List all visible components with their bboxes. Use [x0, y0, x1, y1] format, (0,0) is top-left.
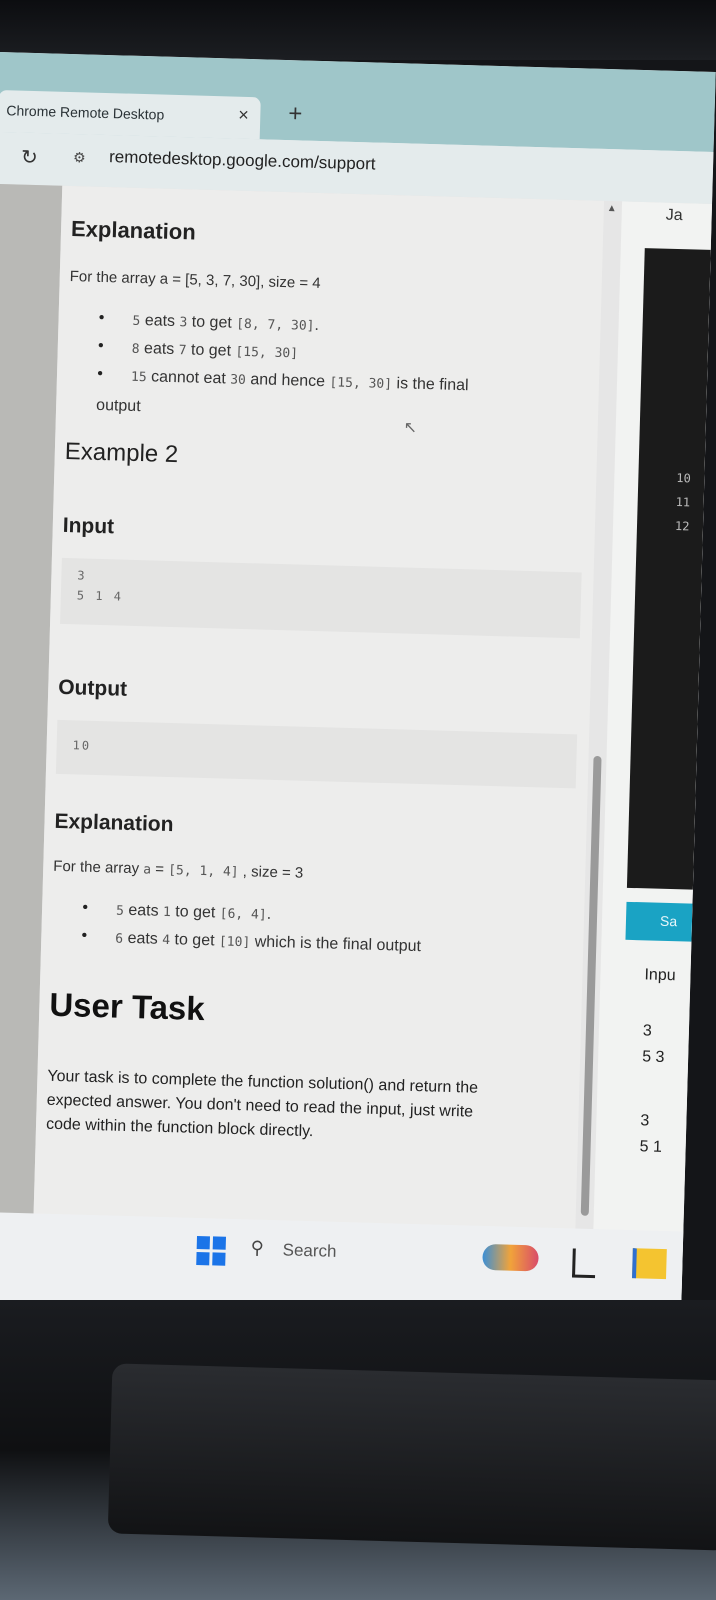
code-token: [8, 7, 30]	[236, 316, 315, 334]
text-token: to get	[170, 903, 221, 922]
save-label: Sa	[659, 912, 678, 930]
language-select[interactable]: Ja	[665, 207, 682, 225]
reload-icon[interactable]: ↻	[21, 145, 38, 170]
output-heading: Output	[57, 675, 128, 701]
code-token: [15, 30]	[235, 344, 299, 362]
test-case-line: 3	[642, 1022, 653, 1040]
intro-suffix: , size = 4	[259, 273, 321, 293]
list-item-wrap: output	[95, 396, 141, 416]
input-heading: Input	[62, 513, 115, 539]
text-token: to get	[169, 931, 220, 950]
user-task-heading: User Task	[48, 985, 206, 1028]
code-token: [6, 4]	[219, 906, 267, 923]
code-editor[interactable]: 10 11 12	[626, 248, 711, 890]
intro-suffix: , size = 3	[238, 862, 304, 882]
intro-prefix: For the array	[53, 857, 144, 878]
explanation-intro: For the array a = [5, 3, 7, 30], size = …	[70, 268, 321, 292]
code-token: 15	[130, 369, 147, 386]
address-bar[interactable]: remotedesktop.google.com/support	[109, 147, 376, 174]
text-token: eats	[140, 312, 180, 331]
new-tab-icon[interactable]: +	[288, 100, 303, 128]
intro-eq: =	[150, 860, 169, 879]
test-case-line: 5 1	[639, 1138, 663, 1156]
file-explorer-icon[interactable]	[632, 1248, 667, 1280]
explanation-heading: Explanation	[70, 216, 197, 245]
test-case-line: 3	[640, 1112, 650, 1130]
code-token: 30	[230, 372, 247, 388]
page-content: Explanation For the array a = [5, 3, 7, …	[0, 183, 713, 1320]
text-token: to get	[187, 313, 237, 332]
save-button[interactable]: Sa	[625, 901, 693, 942]
list-item: 15 cannot eat 30 and hence [15, 30] is t…	[131, 368, 469, 395]
widgets-icon[interactable]	[482, 1243, 539, 1272]
list-item: 5 eats 1 to get [6, 4].	[116, 902, 272, 924]
search-icon: ⚲	[250, 1237, 265, 1258]
pinned-app-icon[interactable]	[572, 1248, 596, 1279]
line-number: 10	[676, 471, 692, 486]
mouse-cursor-icon: ↖	[403, 419, 418, 437]
code-line: 10	[72, 738, 92, 753]
site-info-icon[interactable]: ⚙	[73, 149, 86, 166]
text-token: eats	[123, 901, 164, 920]
text-token: .	[266, 905, 272, 923]
list-item: 8 eats 7 to get [15, 30]	[132, 340, 299, 363]
browser-tab[interactable]: Chrome Remote Desktop ×	[0, 89, 261, 140]
text-token: is the final	[391, 375, 469, 395]
explanation-intro: For the array a = [5, 1, 4] , size = 3	[53, 858, 303, 882]
search-label: Search	[282, 1240, 337, 1261]
text-token: to get	[186, 341, 236, 360]
test-case-line: 5 3	[641, 1048, 665, 1066]
list-item: 5 eats 3 to get [8, 7, 30].	[132, 312, 319, 335]
text-token: .	[314, 316, 320, 335]
scroll-up-icon[interactable]: ▲	[607, 203, 617, 214]
tab-title: Chrome Remote Desktop	[6, 102, 165, 123]
text-token: and hence	[245, 370, 330, 391]
intro-prefix: For the array a =	[69, 268, 186, 289]
line-number: 11	[675, 495, 691, 510]
line-number: 12	[674, 519, 690, 534]
example-heading: Example 2	[64, 437, 179, 469]
text-token: eats	[122, 929, 163, 948]
text-token: eats	[139, 340, 179, 359]
taskbar-search[interactable]: ⚲ Search	[250, 1233, 451, 1273]
explanation-heading: Explanation	[54, 809, 174, 837]
input-label: Inpu	[644, 966, 676, 985]
close-tab-icon[interactable]: ×	[238, 105, 249, 126]
task-line: code within the function block directly.	[45, 1115, 314, 1141]
intro-array: [5, 1, 4]	[167, 863, 239, 880]
code-token: [15, 30]	[329, 375, 393, 393]
screen: Chrome Remote Desktop × + ↻ ⚙ remotedesk…	[0, 52, 716, 1320]
output-code-block: 10	[55, 719, 578, 789]
problem-panel: Explanation For the array a = [5, 3, 7, …	[31, 185, 623, 1317]
code-line: 3	[77, 568, 87, 583]
laptop-bezel	[0, 0, 716, 60]
input-code-block: 3 5 1 4	[60, 557, 582, 639]
intro-array: [5, 3, 7, 30]	[184, 271, 261, 291]
code-token: [10]	[218, 934, 251, 951]
windows-start-icon[interactable]	[196, 1235, 227, 1267]
text-token: which is the final output	[250, 933, 422, 956]
code-line: 5 1 4	[76, 588, 124, 604]
list-item: 6 eats 4 to get [10] which is the final …	[115, 930, 421, 957]
laptop-hinge	[107, 1363, 716, 1551]
text-token: cannot eat	[146, 368, 231, 388]
